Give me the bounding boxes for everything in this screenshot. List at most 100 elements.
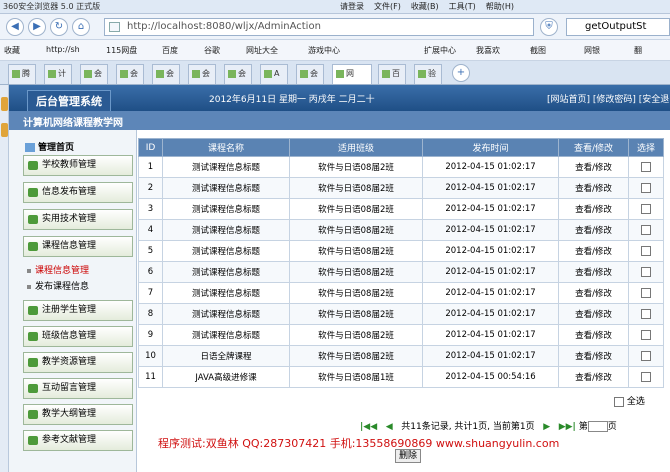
fav-115[interactable]: 115网盘	[106, 45, 137, 56]
menu-tools[interactable]: 工具(T)	[449, 1, 476, 12]
next-page-icon[interactable]: ▶	[543, 422, 550, 432]
view-edit-link[interactable]: 查看/修改	[558, 345, 629, 367]
cell-course-name: 测试课程信息标题	[162, 324, 290, 346]
nav-label: 教学资源管理	[42, 357, 97, 367]
tab-4[interactable]: 会	[116, 64, 144, 84]
select-all[interactable]: 全选	[614, 394, 645, 407]
nav-item-news[interactable]: 信息发布管理	[23, 182, 133, 203]
tab-9[interactable]: 会	[296, 64, 324, 84]
nav-item-messages[interactable]: 互动留言管理	[23, 378, 133, 399]
row-checkbox[interactable]	[641, 203, 651, 214]
select-all-checkbox[interactable]	[614, 396, 624, 407]
tab-8[interactable]: A	[260, 64, 288, 84]
cell-class: 软件与日语08届2班	[289, 303, 423, 325]
row-checkbox[interactable]	[641, 308, 651, 319]
nav-item-resources[interactable]: 教学资源管理	[23, 352, 133, 373]
back-icon[interactable]: ◀	[6, 18, 24, 36]
page-number-input[interactable]	[587, 421, 608, 432]
view-edit-link[interactable]: 查看/修改	[558, 261, 629, 283]
menu-favorites[interactable]: 收藏(B)	[411, 1, 439, 12]
row-checkbox[interactable]	[641, 266, 651, 277]
fav-translate[interactable]: 翻	[634, 45, 642, 56]
home-icon	[25, 143, 35, 152]
refresh-icon[interactable]: ↻	[50, 18, 68, 36]
tab-3[interactable]: 会	[80, 64, 108, 84]
row-checkbox[interactable]	[641, 245, 651, 256]
row-checkbox[interactable]	[641, 350, 651, 361]
view-edit-link[interactable]: 查看/修改	[558, 177, 629, 199]
col-header-id: ID	[138, 138, 163, 157]
table-row: 7 测试课程信息标题 软件与日语08届2班 2012-04-15 01:02:17 查看…	[138, 282, 664, 304]
last-page-icon[interactable]: ▶▶|	[559, 422, 576, 432]
admin-home-link[interactable]: 管理首页	[25, 140, 74, 153]
nav-item-classes[interactable]: 班级信息管理	[23, 326, 133, 347]
tab-5[interactable]: 会	[152, 64, 180, 84]
new-tab-icon[interactable]: +	[452, 64, 470, 82]
first-page-icon[interactable]: |◀◀	[360, 422, 377, 432]
course-table: ID 课程名称 适用班级 发布时间 查看/修改 选择 1 测试课程信息标题 软件与日…	[138, 138, 664, 388]
fav-baidu[interactable]: 百度	[162, 45, 178, 56]
row-checkbox[interactable]	[641, 182, 651, 193]
delete-button[interactable]: 删除	[395, 449, 421, 463]
admin-logo: 后台管理系统	[27, 90, 111, 112]
header-links[interactable]: [网站首页] [修改密码] [安全退	[547, 92, 669, 105]
fav-sites[interactable]: 网址大全	[246, 45, 278, 56]
tab-7[interactable]: 会	[224, 64, 252, 84]
fav-games[interactable]: 游戏中心	[308, 45, 340, 56]
fav-screenshot[interactable]: 截图	[530, 45, 546, 56]
main-content: ID 课程名称 适用班级 发布时间 查看/修改 选择 1 测试课程信息标题 软件与日…	[138, 138, 664, 463]
row-checkbox[interactable]	[641, 161, 651, 172]
row-checkbox[interactable]	[641, 329, 651, 340]
nav-item-students[interactable]: 注册学生管理	[23, 300, 133, 321]
view-edit-link[interactable]: 查看/修改	[558, 219, 629, 241]
search-input[interactable]: getOutputSt	[566, 18, 670, 36]
tab-2[interactable]: 计	[44, 64, 72, 84]
prev-page-icon[interactable]: ◀	[386, 422, 393, 432]
row-checkbox[interactable]	[641, 224, 651, 235]
tab-6[interactable]: 会	[188, 64, 216, 84]
row-checkbox[interactable]	[641, 371, 651, 382]
sidebar-icon[interactable]	[1, 123, 8, 137]
fav-star[interactable]: 收藏	[4, 45, 20, 56]
view-edit-link[interactable]: 查看/修改	[558, 366, 629, 388]
fav-google[interactable]: 谷歌	[204, 45, 220, 56]
nav-item-tech[interactable]: 实用技术管理	[23, 209, 133, 230]
view-edit-link[interactable]: 查看/修改	[558, 282, 629, 304]
view-edit-link[interactable]: 查看/修改	[558, 198, 629, 220]
tab-1[interactable]: 腾	[8, 64, 36, 84]
fav-extensions[interactable]: 扩展中心	[424, 45, 456, 56]
fav-bank[interactable]: 网银	[584, 45, 600, 56]
sidebar-icon[interactable]	[1, 97, 8, 111]
shield-icon[interactable]: ⛨	[540, 18, 558, 36]
menu-file[interactable]: 文件(F)	[374, 1, 401, 12]
nav-item-courses[interactable]: 课程信息管理	[23, 236, 133, 257]
view-edit-link[interactable]: 查看/修改	[558, 324, 629, 346]
view-edit-link[interactable]: 查看/修改	[558, 240, 629, 262]
tab-active[interactable]: 网	[332, 64, 372, 84]
nav-item-syllabus[interactable]: 教学大纲管理	[23, 404, 133, 425]
fav-like[interactable]: 我喜欢	[476, 45, 500, 56]
tab-favicon	[264, 69, 272, 78]
view-edit-link[interactable]: 查看/修改	[558, 303, 629, 325]
fav-link-sh[interactable]: http://sh	[46, 45, 80, 54]
table-row: 3 测试课程信息标题 软件与日语08届2班 2012-04-15 01:02:17 查看…	[138, 198, 664, 220]
cell-select	[628, 177, 664, 199]
tab-favicon	[120, 69, 128, 78]
nav-item-teachers[interactable]: 学校教师管理	[23, 155, 133, 176]
menu-login[interactable]: 请登录	[340, 1, 364, 12]
view-edit-link[interactable]: 查看/修改	[558, 156, 629, 178]
tab-11[interactable]: 百	[378, 64, 406, 84]
home-icon[interactable]: ⌂	[72, 18, 90, 36]
menu-help[interactable]: 帮助(H)	[486, 1, 514, 12]
cell-class: 软件与日语08届2班	[289, 156, 423, 178]
url-input[interactable]: http://localhost:8080/wljx/AdminAction	[104, 18, 534, 36]
nav-sub-course-publish[interactable]: 发布课程信息	[27, 279, 89, 292]
tab-12[interactable]: 验	[414, 64, 442, 84]
folder-icon	[28, 306, 38, 315]
row-checkbox[interactable]	[641, 287, 651, 298]
nav-item-references[interactable]: 参考文献管理	[23, 430, 133, 451]
cell-time: 2012-04-15 01:02:17	[422, 324, 559, 346]
tab-label: 会	[94, 69, 102, 78]
forward-icon[interactable]: ▶	[28, 18, 46, 36]
nav-sub-course-manage[interactable]: 课程信息管理	[27, 263, 89, 276]
